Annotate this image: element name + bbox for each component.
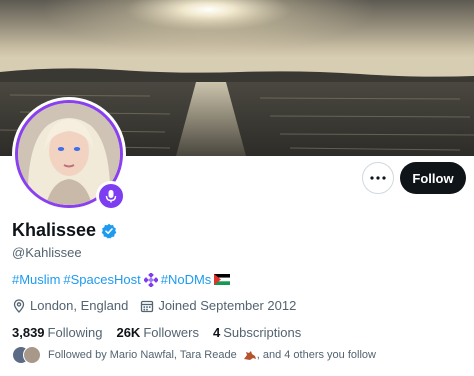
name-row: Khalissee	[12, 220, 117, 241]
more-options-button[interactable]	[362, 162, 394, 194]
joined-item: Joined September 2012	[140, 298, 296, 313]
hashtag-link[interactable]: #NoDMs	[161, 272, 212, 287]
location-pin-icon	[13, 298, 25, 313]
location-text: London, England	[30, 298, 129, 313]
user-handle: @Kahlissee	[12, 245, 82, 260]
ellipsis-icon	[370, 176, 386, 180]
subscriptions-link[interactable]: 4 Subscriptions	[213, 325, 301, 340]
following-count: 3,839	[12, 325, 45, 340]
profile-bio: #Muslim #SpacesHost #NoDMs	[12, 272, 231, 287]
followers-you-know-avatars	[12, 346, 42, 364]
location-item: London, England	[12, 298, 128, 313]
followed-by-suffix: , and 4 others you follow	[256, 349, 376, 361]
followers-link[interactable]: 26K Followers	[116, 325, 198, 340]
display-name: Khalissee	[12, 220, 97, 240]
avatar	[23, 346, 41, 364]
profile-meta: London, England Joined September 2012	[12, 298, 308, 313]
followers-label: Followers	[143, 325, 199, 340]
spaces-host-badge[interactable]	[96, 181, 126, 211]
follow-button[interactable]: Follow	[400, 162, 466, 194]
hashtag-link[interactable]: #SpacesHost	[63, 272, 140, 287]
microphone-icon	[105, 190, 117, 203]
hashtag-link[interactable]: #Muslim	[12, 272, 60, 287]
followed-by-row[interactable]: Followed by Mario Nawfal, Tara Reade , a…	[12, 346, 376, 364]
calendar-icon	[141, 300, 154, 312]
followed-by-text: Followed by Mario Nawfal, Tara Reade	[48, 349, 237, 361]
followers-count: 26K	[116, 325, 141, 340]
following-link[interactable]: 3,839 Following	[12, 325, 102, 340]
subscriptions-count: 4	[212, 325, 221, 340]
subscriptions-label: Subscriptions	[223, 325, 302, 340]
joined-date-text: Joined September 2012	[158, 298, 297, 313]
profile-stats: 3,839 Following 26K Followers 4 Subscriptio…	[12, 325, 315, 340]
sparkle-emoji-icon	[143, 272, 158, 287]
following-label: Following	[47, 325, 103, 340]
palestine-flag-icon	[214, 274, 231, 285]
verified-badge-icon[interactable]	[101, 223, 117, 239]
horse-emoji-icon	[243, 350, 256, 360]
